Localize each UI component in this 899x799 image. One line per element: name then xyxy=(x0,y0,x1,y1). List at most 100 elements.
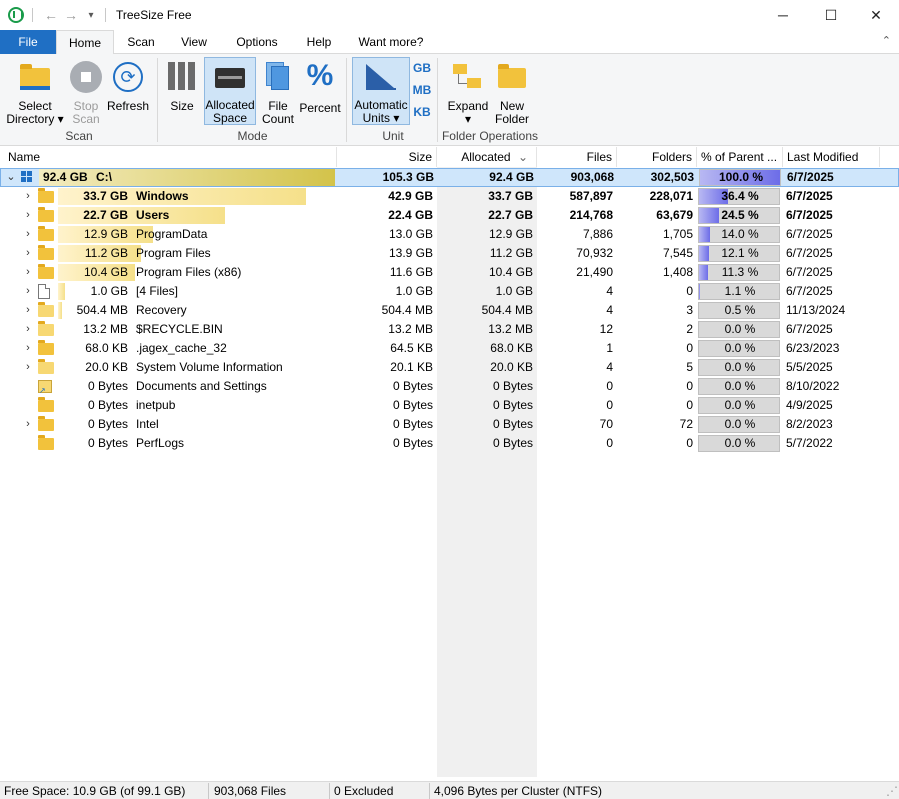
expand-chevron-icon[interactable]: › xyxy=(22,339,34,358)
tree-row[interactable]: › 33.7 GB Windows 42.9 GB 33.7 GB 587,897 228,… xyxy=(0,187,899,206)
column-name[interactable]: Name xyxy=(0,147,337,167)
row-percent: 14.0 % xyxy=(721,227,759,241)
forward-arrow-icon[interactable]: → xyxy=(61,7,81,23)
column-percent-parent[interactable]: % of Parent ... xyxy=(697,147,783,167)
automatic-units-button[interactable]: Automatic Units ▾ xyxy=(352,57,410,125)
row-allocated: 504.4 MB xyxy=(481,303,533,317)
tab-help[interactable]: Help xyxy=(294,30,344,54)
expand-chevron-icon[interactable] xyxy=(22,434,34,453)
tree-row[interactable]: › 22.7 GB Users 22.4 GB 22.7 GB 214,768 63,679… xyxy=(0,206,899,225)
tab-view[interactable]: View xyxy=(168,30,220,54)
tree-row[interactable]: › 11.2 GB Program Files 13.9 GB 11.2 GB 70,93… xyxy=(0,244,899,263)
tree-row[interactable]: › 504.4 MB Recovery 504.4 MB 504.4 MB 4 3 0.5 %… xyxy=(0,301,899,320)
expand-chevron-icon[interactable]: › xyxy=(22,415,34,434)
tree-row[interactable]: 0 Bytes inetpub 0 Bytes 0 Bytes 0 0 0.0 % 4/9/2… xyxy=(0,396,899,415)
tree-row[interactable]: › 0 Bytes Intel 0 Bytes 0 Bytes 70 72 0.0 % 8/2/… xyxy=(0,415,899,434)
unit-kb-button[interactable]: KB xyxy=(411,106,433,122)
expand-chevron-icon[interactable]: › xyxy=(22,358,34,377)
expand-chevron-icon[interactable]: › xyxy=(22,320,34,339)
row-allocated: 0 Bytes xyxy=(492,417,533,431)
column-size[interactable]: Size xyxy=(337,147,437,167)
treesize-app-icon[interactable] xyxy=(8,7,24,23)
root-modified: 6/7/2025 xyxy=(787,170,834,184)
maximize-button[interactable]: ☐ xyxy=(808,0,854,30)
column-allocated[interactable]: Allocated ⌄ xyxy=(437,147,537,167)
collapse-ribbon-icon[interactable]: ⌃ xyxy=(882,34,891,47)
row-allocated: 0 Bytes xyxy=(492,379,533,393)
row-percent-bar: 36.4 % xyxy=(698,188,780,205)
row-percent: 11.3 % xyxy=(721,265,759,279)
tree-row[interactable]: › 68.0 KB .jagex_cache_32 64.5 KB 68.0 KB 1 0 0… xyxy=(0,339,899,358)
percent-mode-button[interactable]: % Percent xyxy=(298,58,342,128)
tree-row[interactable]: › 1.0 GB [4 Files] 1.0 GB 1.0 GB 4 0 1.1 % 6/7/2… xyxy=(0,282,899,301)
row-folders: 72 xyxy=(679,417,693,431)
row-allocated: 33.7 GB xyxy=(488,189,533,203)
group-label-folder-operations: Folder Operations xyxy=(441,129,539,143)
status-excluded: 0 Excluded xyxy=(334,784,394,798)
tab-scan[interactable]: Scan xyxy=(114,30,168,54)
folder-icon xyxy=(38,188,54,203)
expand-button[interactable]: Expand ▾ xyxy=(444,58,492,128)
select-directory-button[interactable]: Select Directory ▾ xyxy=(4,58,66,128)
expand-chevron-icon[interactable]: › xyxy=(22,263,34,282)
tab-home[interactable]: Home xyxy=(56,30,114,55)
expand-chevron-icon[interactable]: › xyxy=(22,244,34,263)
quick-access-dropdown-icon[interactable]: ▾ xyxy=(81,10,101,21)
row-percent: 1.1 % xyxy=(724,284,756,298)
row-folders: 0 xyxy=(686,379,693,393)
file-count-mode-button[interactable]: File Count xyxy=(258,58,298,128)
tree-row[interactable]: › 10.4 GB Program Files (x86) 11.6 GB 10.4 G… xyxy=(0,263,899,282)
folder-icon xyxy=(38,416,54,431)
folder-icon xyxy=(38,264,54,279)
column-folders[interactable]: Folders xyxy=(617,147,697,167)
back-arrow-icon[interactable]: ← xyxy=(41,7,61,23)
tree-row[interactable]: › 12.9 GB ProgramData 13.0 GB 12.9 GB 7,886 1,… xyxy=(0,225,899,244)
row-percent-bar: 0.0 % xyxy=(698,397,780,414)
close-button[interactable]: ✕ xyxy=(853,0,899,30)
expand-chevron-icon[interactable] xyxy=(22,396,34,415)
row-files: 4 xyxy=(606,284,613,298)
unit-mb-button[interactable]: MB xyxy=(411,84,433,100)
tree-row[interactable]: 0 Bytes Documents and Settings 0 Bytes 0 By… xyxy=(0,377,899,396)
unit-gb-button[interactable]: GB xyxy=(411,62,433,78)
column-files[interactable]: Files xyxy=(537,147,617,167)
expand-chevron-icon[interactable]: › xyxy=(22,187,34,206)
collapse-chevron-icon[interactable]: ⌄ xyxy=(5,168,17,187)
resize-grip-icon[interactable]: ⋰ xyxy=(882,782,898,799)
row-files: 70,932 xyxy=(576,246,613,260)
tree-root-row[interactable]: ⌄ 92.4 GB C:\ 105.3 GB 92.4 GB 903,068 3… xyxy=(0,168,899,187)
expand-chevron-icon[interactable] xyxy=(22,377,34,396)
group-separator xyxy=(437,58,438,142)
row-percent: 12.1 % xyxy=(721,246,759,260)
row-files: 0 xyxy=(606,379,613,393)
tab-options[interactable]: Options xyxy=(220,30,294,54)
tab-file[interactable]: File xyxy=(0,30,56,54)
tree-row[interactable]: › 13.2 MB $RECYCLE.BIN 13.2 MB 13.2 MB 12 2 0.0… xyxy=(0,320,899,339)
stop-scan-button[interactable]: Stop Scan xyxy=(66,58,106,128)
row-name: inetpub xyxy=(136,398,176,412)
row-files: 214,768 xyxy=(569,208,613,222)
minimize-button[interactable]: ─ xyxy=(760,0,806,30)
expand-chevron-icon[interactable]: › xyxy=(22,225,34,244)
new-folder-button[interactable]: New Folder xyxy=(492,58,532,128)
expand-chevron-icon[interactable]: › xyxy=(22,301,34,320)
size-mode-button[interactable]: Size xyxy=(162,58,202,128)
row-folders: 3 xyxy=(686,303,693,317)
tree-row[interactable]: › 20.0 KB System Volume Information 20.1 KB… xyxy=(0,358,899,377)
row-modified: 6/7/2025 xyxy=(786,322,833,336)
row-name: PerfLogs xyxy=(136,436,185,450)
tree-row[interactable]: 0 Bytes PerfLogs 0 Bytes 0 Bytes 0 0 0.0 % 5/7/… xyxy=(0,434,899,453)
row-files: 7,886 xyxy=(582,227,613,241)
folder-icon xyxy=(38,226,54,241)
column-last-modified[interactable]: Last Modified xyxy=(783,147,880,167)
expand-chevron-icon[interactable]: › xyxy=(22,282,34,301)
allocated-space-mode-button[interactable]: Allocated Space xyxy=(204,57,256,125)
row-allocated: 10.4 GB xyxy=(488,265,533,279)
row-alloc-label: 504.4 MB xyxy=(76,303,128,317)
ribbon-tabs: File Home Scan View Options Help Want mo… xyxy=(0,30,899,55)
refresh-button[interactable]: ⟳ Refresh xyxy=(106,58,150,128)
row-alloc-label: 20.0 KB xyxy=(85,360,128,374)
tab-want-more[interactable]: Want more? xyxy=(344,30,438,54)
row-modified: 8/2/2023 xyxy=(786,417,833,431)
expand-chevron-icon[interactable]: › xyxy=(22,206,34,225)
